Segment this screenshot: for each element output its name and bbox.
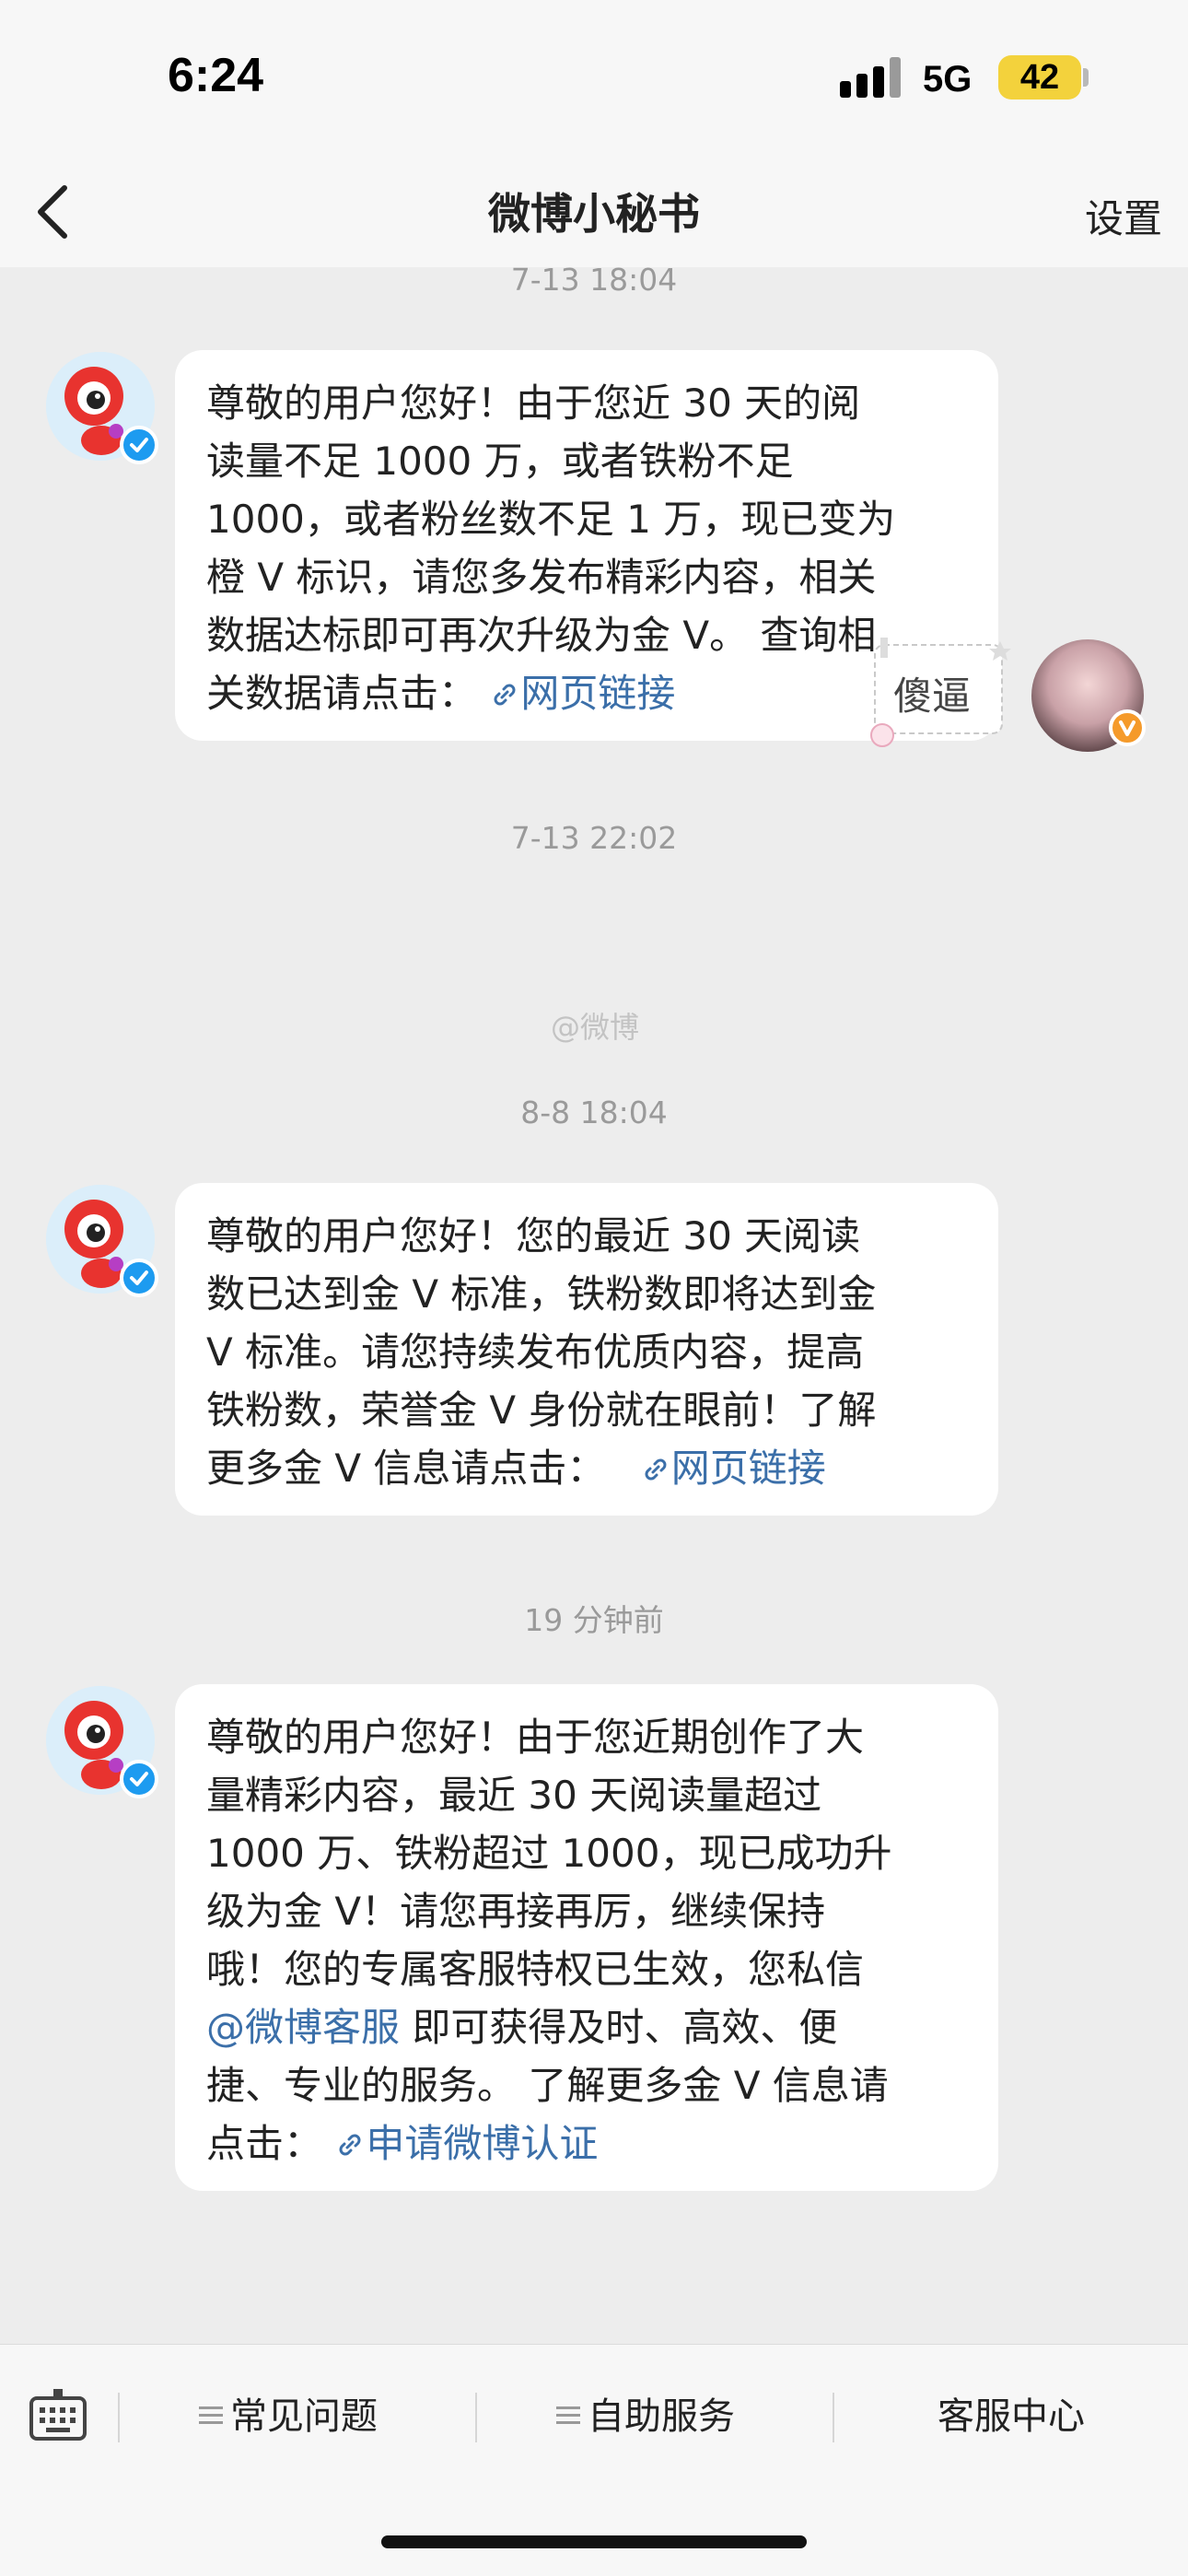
link-icon — [494, 684, 516, 706]
battery-icon: 42 — [998, 55, 1081, 100]
message-text-line: 尊敬的用户您好！您的最近 30 天阅读 — [206, 1213, 861, 1259]
keyboard-icon[interactable] — [28, 2385, 88, 2446]
network-type: 5G — [923, 59, 973, 100]
sticker-text: 傻逼 — [893, 673, 972, 719]
cellular-signal-icon — [840, 57, 904, 98]
message-text-line: 数据达标即可再次升级为金 V。 查询相 — [206, 613, 877, 658]
message-text-line: 数已达到金 V 标准，铁粉数即将达到金 — [206, 1271, 877, 1317]
message-bubble[interactable]: 尊敬的用户您好！您的最近 30 天阅读 数已达到金 V 标准，铁粉数即将达到金 … — [175, 1183, 998, 1516]
user-avatar[interactable] — [1031, 639, 1146, 752]
battery-tip — [1083, 68, 1089, 87]
message-text-line: 尊敬的用户您好！由于您近 30 天的阅 — [206, 381, 861, 426]
message-text-line: 读量不足 1000 万，或者铁粉不足 — [206, 439, 794, 484]
web-link[interactable]: 网页链接 — [489, 671, 675, 716]
message-text-line: 1000，或者粉丝数不足 1 万，现已变为 — [206, 497, 896, 542]
message-text-line: 橙 V 标识，请您多发布精彩内容，相关 — [206, 555, 877, 600]
page-title: 微博小秘书 — [488, 189, 700, 239]
watermark: @微博 — [551, 1010, 640, 1045]
message-text-line: 尊敬的用户您好！由于您近期创作了大 — [206, 1715, 865, 1760]
message-timestamp: 7-13 18:04 — [510, 262, 678, 298]
message-text-line: 捷、专业的服务。 了解更多金 V 信息请 — [206, 2063, 889, 2108]
message-timestamp: 8-8 18:04 — [520, 1095, 668, 1130]
message-text-line: 点击： — [206, 2121, 323, 2166]
home-indicator — [381, 2535, 807, 2548]
status-bar: 6:24 5G 42 — [0, 0, 1188, 157]
verified-badge-icon — [120, 1259, 158, 1297]
message-text-line: 更多金 V 信息请点击： — [206, 1446, 606, 1491]
assistant-avatar[interactable] — [46, 1185, 158, 1297]
mention-link[interactable]: @微博客服 — [206, 2005, 400, 2050]
divider — [475, 2393, 477, 2442]
message-text-line: 铁粉数，荣誉金 V 身份就在眼前！了解 — [206, 1388, 877, 1433]
message-bubble[interactable]: 尊敬的用户您好！由于您近期创作了大 量精彩内容，最近 30 天阅读量超过 100… — [175, 1684, 998, 2191]
message-text-line: 量精彩内容，最近 30 天阅读量超过 — [206, 1773, 822, 1818]
customer-center-button[interactable]: 客服中心 — [938, 2389, 1085, 2444]
divider — [833, 2393, 834, 2442]
faq-button[interactable]: 常见问题 — [199, 2389, 378, 2444]
message-text-line: 关数据请点击： — [206, 671, 478, 716]
message-timestamp: 7-13 22:02 — [510, 820, 678, 856]
chat-area[interactable]: 7-13 18:04 尊敬的用户您好！由于您近 30 天的阅 读量不足 1000… — [0, 262, 1188, 2344]
link-icon — [645, 1458, 667, 1481]
sticker-message[interactable]: 傻逼 — [862, 636, 1019, 752]
message-text-line: V 标准。请您持续发布优质内容，提高 — [206, 1329, 865, 1375]
web-link[interactable]: 网页链接 — [640, 1446, 826, 1491]
message-text-line: 即可获得及时、高效、便 — [400, 2005, 838, 2050]
link-icon — [339, 2134, 361, 2156]
message-text-line: 哦！您的专属客服特权已生效，您私信 — [206, 1947, 865, 1992]
message-text-line: 1000 万、铁粉超过 1000，现已成功升 — [206, 1831, 892, 1876]
verified-badge-icon — [120, 426, 158, 464]
menu-icon — [556, 2406, 580, 2424]
assistant-avatar[interactable] — [46, 1686, 158, 1798]
menu-icon — [199, 2406, 223, 2424]
divider — [118, 2393, 120, 2442]
apply-verification-link[interactable]: 申请微博认证 — [334, 2121, 598, 2166]
verified-badge-icon — [120, 1760, 158, 1798]
navigation-bar: 微博小秘书 设置 — [0, 157, 1188, 267]
message-text-line: 级为金 V！请您再接再厉，继续保持 — [206, 1889, 826, 1934]
status-time: 6:24 — [168, 49, 264, 102]
message-timestamp: 19 分钟前 — [524, 1602, 664, 1638]
self-service-button[interactable]: 自助服务 — [556, 2389, 735, 2444]
assistant-avatar[interactable] — [46, 352, 158, 464]
vip-badge-icon — [1109, 709, 1146, 746]
settings-button[interactable]: 设置 — [1085, 188, 1162, 244]
